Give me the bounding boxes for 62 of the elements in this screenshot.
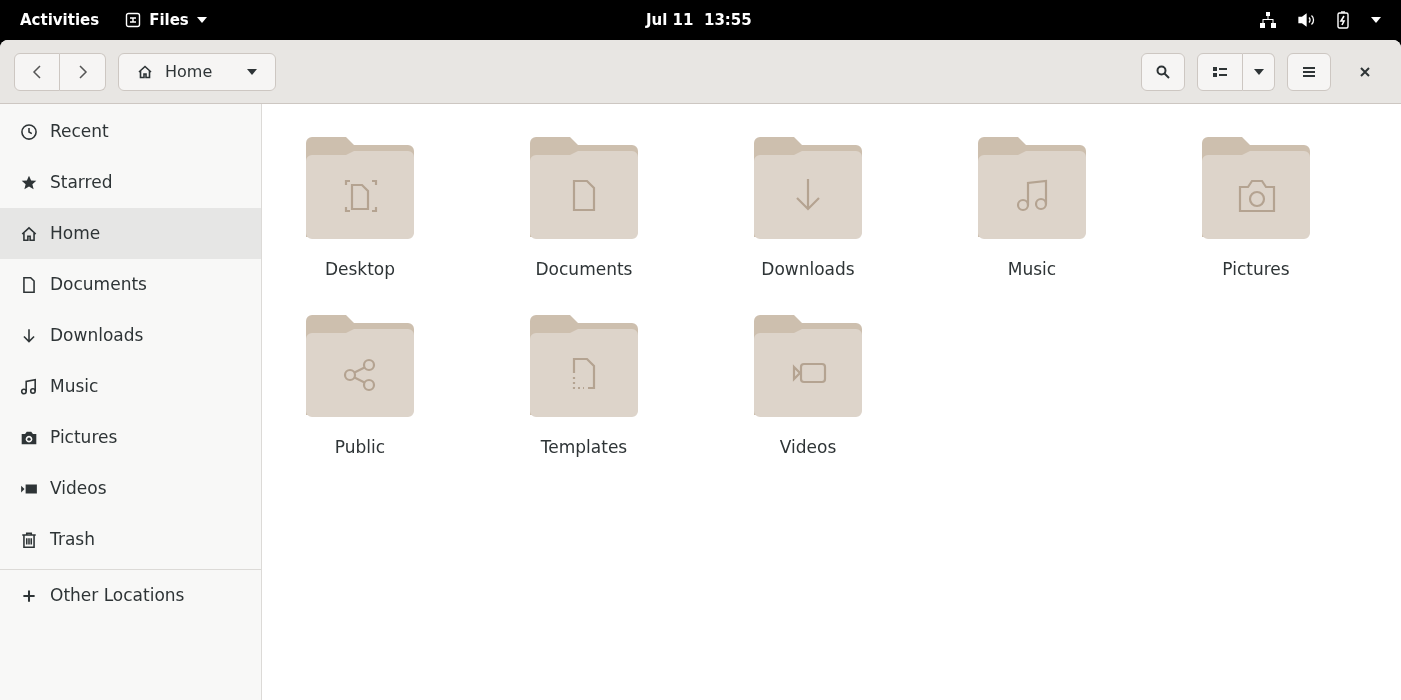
forward-icon [77,64,88,79]
folder-name: Pictures [1222,261,1290,278]
speaker-icon [1298,13,1315,27]
home-icon [137,63,153,80]
folder-name: Videos [779,439,837,456]
folder-name: Music [1007,261,1057,278]
menu-icon [1303,65,1315,78]
document-icon [20,275,38,294]
sidebar-item[interactable]: Pictures [0,412,261,463]
app-icon [125,12,142,28]
menu-button[interactable] [1287,52,1331,91]
sidebar-item[interactable]: Recent [0,106,261,157]
folder-name: Public [334,439,386,456]
folder-icon [754,313,862,417]
folder-name: Downloads [761,261,855,278]
folder-icon [1202,135,1310,239]
caret-icon [1253,68,1264,75]
app-menu[interactable]: Files [125,8,207,32]
sidebar-item[interactable]: Documents [0,259,261,310]
folder-icon [530,135,638,239]
view-button[interactable] [1197,52,1243,91]
sidebar-item[interactable]: Videos [0,463,261,514]
close-icon [1360,66,1370,77]
network-icon [1260,12,1276,28]
folder-item[interactable]: Documents [504,135,664,313]
back-icon [32,64,42,79]
sidebar-item[interactable]: Music [0,361,261,412]
home-icon [20,224,38,243]
folder-item[interactable]: Music [952,135,1112,313]
clock[interactable]: Jul 11 13:55 [646,8,752,32]
view-options-button[interactable] [1243,52,1275,91]
sidebar-item[interactable]: Other Locations [0,570,261,621]
caret-icon [1371,17,1381,23]
folder-name: Templates [540,439,628,456]
search-button[interactable] [1141,52,1185,91]
folder-name: Desktop [324,261,396,278]
folder-item[interactable]: Pictures [1176,135,1336,313]
list-view-icon [1213,65,1227,78]
activities-button[interactable]: Activities [20,8,100,32]
folder-icon [306,313,414,417]
battery-icon [1337,11,1349,29]
folder-item[interactable]: Public [280,313,440,491]
caret-icon [247,68,257,75]
folder-item[interactable]: Downloads [728,135,888,313]
folder-icon [530,313,638,417]
sidebar-item[interactable]: Trash [0,514,261,565]
folder-icon [978,135,1086,239]
folder-item[interactable]: Desktop [280,135,440,313]
location-button[interactable]: Home [118,52,276,91]
folder-icon [754,135,862,239]
sidebar-item[interactable]: Starred [0,157,261,208]
folder-item[interactable]: Videos [728,313,888,491]
sidebar-item[interactable]: Home [0,208,261,259]
sidebar-item[interactable]: Downloads [0,310,261,361]
clock-icon [20,122,38,141]
music-note-icon [20,377,38,396]
folder-icon [306,135,414,239]
folder-name: Documents [535,261,633,278]
search-icon [1156,64,1170,79]
folder-item[interactable]: Templates [504,313,664,491]
trash-icon [20,530,38,549]
caret-icon [196,17,207,23]
